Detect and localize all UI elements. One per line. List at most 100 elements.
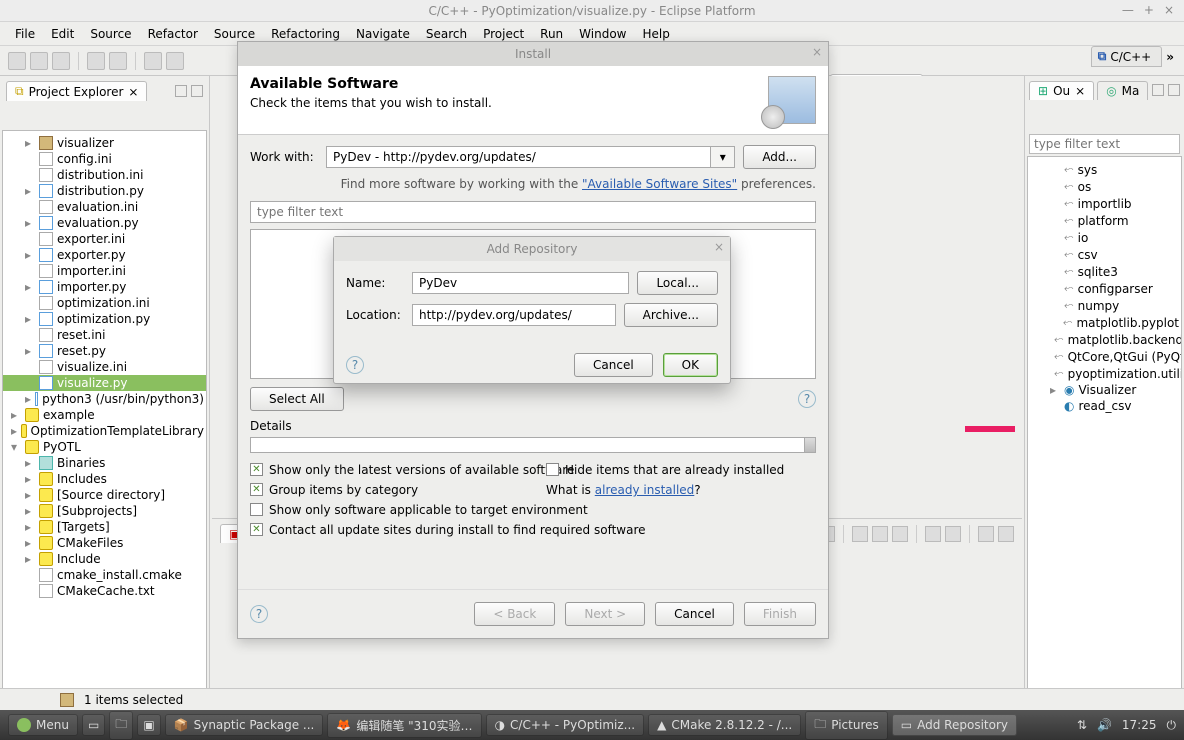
pin-console-icon[interactable]	[892, 526, 908, 542]
show-desktop[interactable]: ▭	[82, 714, 105, 736]
perspective-more[interactable]: »	[1166, 50, 1174, 64]
outline-item[interactable]: ◐read_csv	[1028, 398, 1181, 414]
tree-item[interactable]: ▸CMakeFiles	[3, 535, 206, 551]
menu-run[interactable]: Run	[533, 25, 570, 43]
tree-item[interactable]: ▸Includes	[3, 471, 206, 487]
tree-item[interactable]: ▸[Targets]	[3, 519, 206, 535]
max-icon[interactable]	[1168, 84, 1180, 96]
outline-item[interactable]: ⬿matplotlib.pyplot	[1028, 314, 1181, 331]
menu-project[interactable]: Project	[476, 25, 531, 43]
menu-source2[interactable]: Source	[207, 25, 262, 43]
link-editor-icon[interactable]	[169, 108, 183, 122]
wizard-help-icon[interactable]: ?	[250, 605, 268, 623]
collapse-all-icon[interactable]	[151, 108, 165, 122]
tree-item[interactable]: ▾PyOTL	[3, 439, 206, 455]
install-dialog-titlebar[interactable]: Install ×	[238, 42, 828, 66]
debug-icon[interactable]	[87, 52, 105, 70]
tree-item[interactable]: ▸Include	[3, 551, 206, 567]
tree-item[interactable]: distribution.ini	[3, 167, 206, 183]
menu-file[interactable]: File	[8, 25, 42, 43]
local-button[interactable]: Local...	[637, 271, 718, 295]
tree-item[interactable]: visualize.ini	[3, 359, 206, 375]
outline-tree[interactable]: ⬿sys⬿os⬿importlib⬿platform⬿io⬿csv⬿sqlite…	[1027, 156, 1182, 716]
outline-item[interactable]: ⬿configparser	[1028, 280, 1181, 297]
menu-navigate[interactable]: Navigate	[349, 25, 417, 43]
workwith-input[interactable]	[326, 146, 711, 168]
repo-cancel-button[interactable]: Cancel	[574, 353, 653, 377]
min-icon[interactable]	[1152, 84, 1164, 96]
install-close-icon[interactable]: ×	[812, 45, 822, 59]
checkbox-hide-installed[interactable]	[546, 463, 559, 476]
maximize-icon[interactable]: +	[1144, 3, 1154, 17]
outline-item[interactable]: ⬿matplotlib.backends.backend	[1028, 331, 1181, 348]
workwith-combo[interactable]: ▾	[326, 146, 735, 168]
repo-name-input[interactable]	[412, 272, 629, 294]
perspective-cpp[interactable]: ⧉ C/C++	[1091, 46, 1163, 67]
already-installed-link[interactable]: already installed	[595, 483, 695, 497]
task-add-repo[interactable]: ▭Add Repository	[892, 714, 1017, 736]
tree-item[interactable]: CMakeCache.txt	[3, 583, 206, 599]
volume-icon[interactable]: 🔊	[1097, 718, 1112, 732]
task-firefox[interactable]: 🦊编辑随笔 "310实验…	[327, 713, 481, 738]
file-manager[interactable]: 🗀	[109, 711, 133, 740]
tab-close-icon[interactable]: ⨯	[1075, 84, 1085, 98]
outline-item[interactable]: ⬿csv	[1028, 246, 1181, 263]
outline-item[interactable]: ⬿QtCore,QtGui (PyQt4)	[1028, 348, 1181, 365]
tree-item[interactable]: ▸optimization.py	[3, 311, 206, 327]
tree-item[interactable]: visualize.py	[3, 375, 206, 391]
task-synaptic[interactable]: 📦Synaptic Package ...	[165, 714, 324, 736]
clear-console-icon[interactable]	[852, 526, 868, 542]
archive-button[interactable]: Archive...	[624, 303, 718, 327]
print-icon[interactable]	[166, 52, 184, 70]
search-icon[interactable]	[144, 52, 162, 70]
repo-help-icon[interactable]: ?	[346, 356, 364, 374]
cancel-button[interactable]: Cancel	[655, 602, 734, 626]
network-icon[interactable]: ⇅	[1077, 718, 1087, 732]
hide-fields-icon[interactable]	[1105, 107, 1119, 121]
tree-item[interactable]: ▸exporter.py	[3, 247, 206, 263]
repo-location-input[interactable]	[412, 304, 616, 326]
outline-item[interactable]: ⬿importlib	[1028, 195, 1181, 212]
display-console-icon[interactable]	[925, 526, 941, 542]
help-icon[interactable]: ?	[798, 390, 816, 408]
available-sites-link[interactable]: "Available Software Sites"	[582, 177, 737, 191]
view-menu-icon[interactable]	[187, 108, 201, 122]
close-icon[interactable]: ×	[1164, 3, 1174, 17]
outline-tab[interactable]: ⊞ Ou⨯	[1029, 81, 1094, 100]
repo-ok-button[interactable]: OK	[663, 353, 718, 377]
checkbox-target-env[interactable]	[250, 503, 263, 516]
checkbox-contact-sites[interactable]: ✕	[250, 523, 263, 536]
tree-item[interactable]: exporter.ini	[3, 231, 206, 247]
user-icon[interactable]: ⏻	[1167, 718, 1177, 733]
select-all-button[interactable]: Select All	[250, 387, 344, 411]
outline-item[interactable]: ⬿sys	[1028, 161, 1181, 178]
software-filter-input[interactable]	[250, 201, 816, 223]
outline-item[interactable]: ⬿os	[1028, 178, 1181, 195]
repo-titlebar[interactable]: Add Repository ×	[334, 237, 730, 261]
menu-source[interactable]: Source	[83, 25, 138, 43]
outline-filter-input[interactable]	[1029, 134, 1180, 154]
tree-item[interactable]: ▸reset.py	[3, 343, 206, 359]
tree-item[interactable]: ▸example	[3, 407, 206, 423]
tree-item[interactable]: ▸importer.py	[3, 279, 206, 295]
tree-item[interactable]: ▸OptimizationTemplateLibrary	[3, 423, 206, 439]
tree-item[interactable]: ▸evaluation.py	[3, 215, 206, 231]
tree-item[interactable]: ▸[Subprojects]	[3, 503, 206, 519]
repo-close-icon[interactable]: ×	[714, 240, 724, 254]
outline-item[interactable]: ⬿numpy	[1028, 297, 1181, 314]
tree-item[interactable]: ▸visualizer	[3, 135, 206, 151]
open-console-icon[interactable]	[945, 526, 961, 542]
menu-help[interactable]: Help	[636, 25, 677, 43]
project-explorer-tab[interactable]: ⧉ Project Explorer ⨯	[6, 81, 147, 101]
tree-item[interactable]: reset.ini	[3, 327, 206, 343]
project-tree[interactable]: ▸visualizerconfig.inidistribution.ini▸di…	[2, 130, 207, 714]
menu-window[interactable]: Window	[572, 25, 633, 43]
min-icon2[interactable]	[978, 526, 994, 542]
tree-item[interactable]: evaluation.ini	[3, 199, 206, 215]
tree-item[interactable]: optimization.ini	[3, 295, 206, 311]
tree-item[interactable]: config.ini	[3, 151, 206, 167]
outline-item[interactable]: ⬿platform	[1028, 212, 1181, 229]
tree-item[interactable]: ▸[Source directory]	[3, 487, 206, 503]
checkbox-show-latest[interactable]: ✕	[250, 463, 263, 476]
close-view-icon[interactable]: ⨯	[128, 85, 138, 99]
